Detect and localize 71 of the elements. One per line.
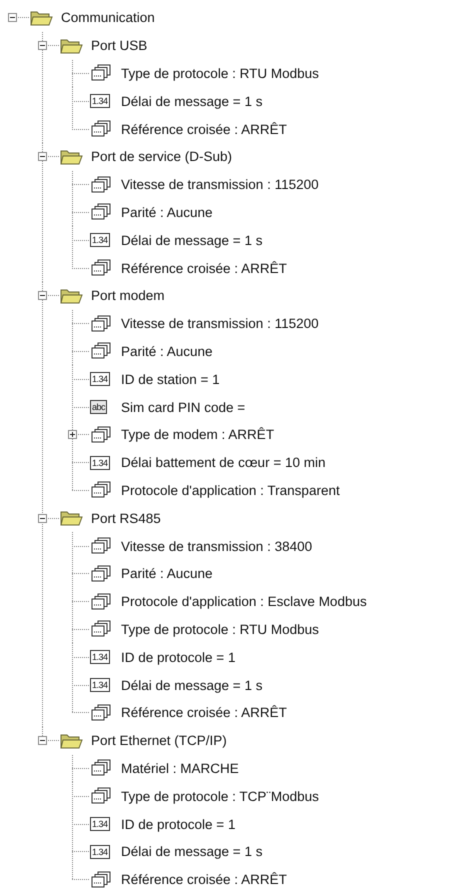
stacked-cards-icon bbox=[90, 787, 112, 806]
number-type-icon: 1.34 bbox=[90, 844, 110, 859]
folder-icon bbox=[60, 286, 84, 305]
property-label[interactable]: Référence croisée : ARRÊT bbox=[121, 122, 287, 137]
property-label[interactable]: Référence croisée : ARRÊT bbox=[121, 872, 287, 888]
property-label[interactable]: Type de protocole : RTU Modbus bbox=[121, 66, 319, 81]
folder-icon bbox=[60, 732, 84, 750]
property-label[interactable]: Délai de message = 1 s bbox=[121, 94, 262, 109]
property-label[interactable]: ID de station = 1 bbox=[121, 372, 220, 387]
stacked-cards-icon bbox=[90, 592, 112, 611]
number-type-icon: 1.34 bbox=[90, 650, 110, 664]
number-type-icon: 1.34 bbox=[90, 233, 110, 248]
stacked-cards-icon bbox=[90, 704, 112, 722]
stacked-cards-icon bbox=[90, 120, 112, 138]
stacked-cards-icon bbox=[90, 537, 112, 556]
property-label[interactable]: Type de protocole : RTU Modbus bbox=[121, 622, 319, 637]
property-label[interactable]: Vitesse de transmission : 115200 bbox=[121, 177, 319, 192]
property-label[interactable]: Parité : Aucune bbox=[121, 344, 213, 359]
collapse-toggle[interactable] bbox=[38, 514, 47, 523]
text-type-icon: abc bbox=[90, 400, 108, 414]
number-type-icon: 1.34 bbox=[90, 372, 110, 386]
collapse-toggle[interactable] bbox=[38, 291, 47, 300]
collapse-toggle[interactable] bbox=[38, 152, 47, 162]
folder-icon bbox=[30, 8, 54, 27]
collapse-toggle[interactable] bbox=[38, 41, 47, 50]
collapse-toggle[interactable] bbox=[38, 736, 47, 746]
property-label[interactable]: Sim card PIN code = bbox=[121, 400, 246, 415]
property-label[interactable]: Protocole d'application : Esclave Modbus bbox=[121, 594, 367, 610]
property-label[interactable]: Type de modem : ARRÊT bbox=[121, 427, 274, 442]
folder-label[interactable]: Port Ethernet (TCP/IP) bbox=[91, 733, 227, 748]
property-label[interactable]: Protocole d'application : Transparent bbox=[121, 482, 340, 498]
property-label[interactable]: Délai battement de cœur = 10 min bbox=[121, 455, 326, 470]
property-label[interactable]: Parité : Aucune bbox=[121, 204, 213, 220]
folder-label[interactable]: Communication bbox=[61, 10, 155, 26]
folder-label[interactable]: Port RS485 bbox=[91, 510, 161, 526]
folder-label[interactable]: Port de service (D-Sub) bbox=[91, 149, 232, 164]
stacked-cards-icon bbox=[90, 620, 112, 638]
folder-icon bbox=[60, 36, 84, 55]
property-label[interactable]: Vitesse de transmission : 38400 bbox=[121, 538, 312, 554]
stacked-cards-icon bbox=[90, 176, 112, 194]
collapse-toggle[interactable] bbox=[8, 13, 17, 22]
property-label[interactable]: Type de protocole : TCP¨Modbus bbox=[121, 788, 319, 804]
number-type-icon: 1.34 bbox=[90, 678, 110, 692]
property-label[interactable]: Délai de message = 1 s bbox=[121, 678, 262, 693]
stacked-cards-icon bbox=[90, 481, 112, 500]
stacked-cards-icon bbox=[90, 203, 112, 222]
property-label[interactable]: ID de protocole = 1 bbox=[121, 816, 236, 832]
property-label[interactable]: ID de protocole = 1 bbox=[121, 650, 236, 665]
property-label[interactable]: Parité : Aucune bbox=[121, 566, 213, 582]
property-label[interactable]: Référence croisée : ARRÊT bbox=[121, 260, 287, 276]
property-label[interactable]: Matériel : MARCHE bbox=[121, 760, 239, 776]
folder-icon bbox=[60, 148, 84, 166]
property-label[interactable]: Délai de message = 1 s bbox=[121, 232, 262, 248]
folder-label[interactable]: Port USB bbox=[91, 38, 148, 54]
stacked-cards-icon bbox=[90, 426, 112, 444]
stacked-cards-icon bbox=[90, 342, 112, 360]
property-label[interactable]: Vitesse de transmission : 115200 bbox=[121, 316, 319, 332]
stacked-cards-icon bbox=[90, 759, 112, 778]
property-label[interactable]: Référence croisée : ARRÊT bbox=[121, 705, 287, 720]
stacked-cards-icon bbox=[90, 259, 112, 278]
stacked-cards-icon bbox=[90, 64, 112, 82]
property-label[interactable]: Délai de message = 1 s bbox=[121, 844, 262, 860]
folder-icon bbox=[60, 509, 84, 528]
stacked-cards-icon bbox=[90, 564, 112, 583]
expand-toggle[interactable] bbox=[68, 430, 77, 440]
number-type-icon: 1.34 bbox=[90, 94, 110, 108]
stacked-cards-icon bbox=[90, 870, 112, 889]
number-type-icon: 1.34 bbox=[90, 817, 110, 831]
stacked-cards-icon bbox=[90, 314, 112, 333]
folder-label[interactable]: Port modem bbox=[91, 288, 165, 304]
number-type-icon: 1.34 bbox=[90, 456, 110, 470]
